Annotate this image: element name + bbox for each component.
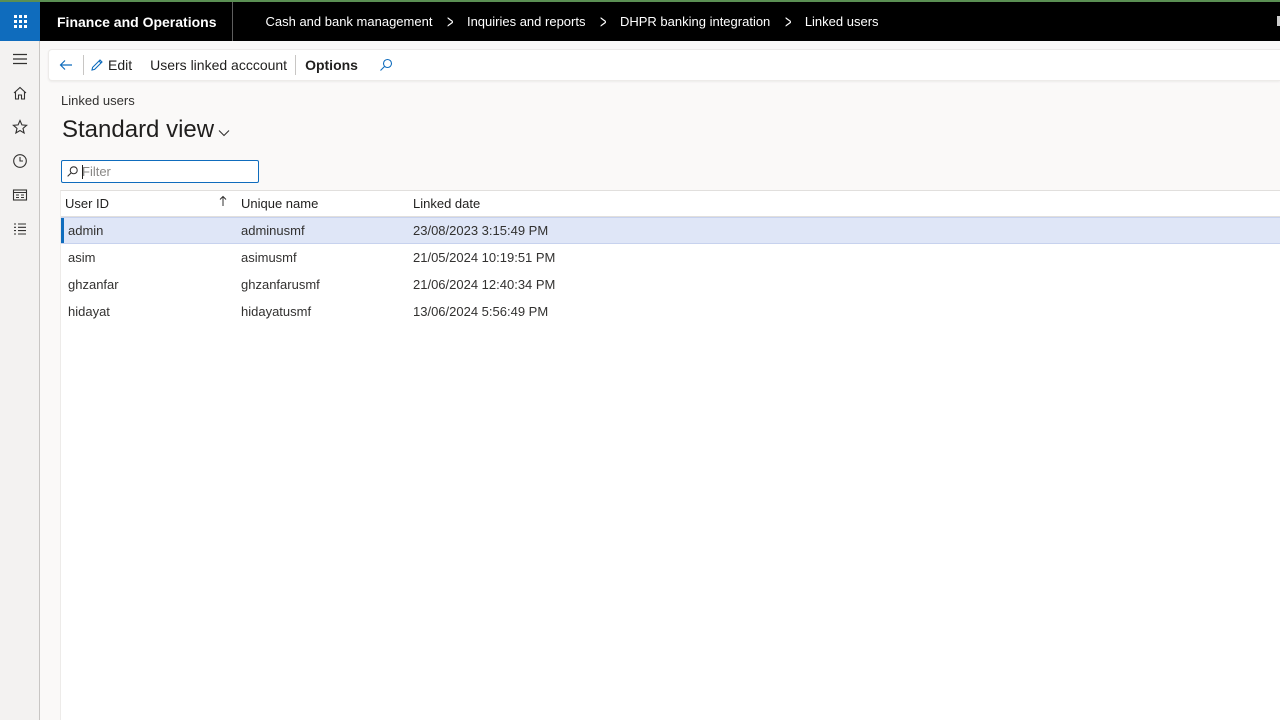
breadcrumb-item[interactable]: Linked users [805,14,879,29]
linked-users-grid: User ID Unique name Linked date admin ad… [60,190,1280,720]
cell-unique-name[interactable]: adminusmf [237,223,413,238]
column-header-user-id[interactable]: User ID [61,191,237,217]
chevron-down-icon [218,130,230,137]
pencil-icon [91,59,103,71]
chevron-right-icon: > [785,11,792,32]
table-row[interactable]: hidayat hidayatusmf 13/06/2024 5:56:49 P… [61,298,1280,325]
users-linked-account-button[interactable]: Users linked acccount [140,50,295,80]
app-launcher-button[interactable] [0,2,40,41]
clock-icon[interactable] [0,144,40,178]
options-tab[interactable]: Options [296,50,366,80]
edit-label: Edit [108,57,133,73]
table-row[interactable]: ghzanfar ghzanfarusmf 21/06/2024 12:40:3… [61,271,1280,298]
hamburger-icon[interactable] [0,42,40,76]
filter-box [61,160,259,183]
cell-unique-name[interactable]: asimusmf [237,250,413,265]
star-icon[interactable] [0,110,40,144]
search-button[interactable] [366,50,405,80]
cell-user-id[interactable]: asim [61,250,237,265]
table-row[interactable]: asim asimusmf 21/05/2024 10:19:51 PM [61,244,1280,271]
cell-linked-date[interactable]: 21/06/2024 12:40:34 PM [413,277,713,292]
list-icon[interactable] [0,212,40,246]
filter-input[interactable] [82,164,252,179]
action-pane: Edit Users linked acccount Options [48,49,1280,81]
breadcrumb: Cash and bank management > Inquiries and… [233,13,878,31]
text-cursor [82,165,83,179]
breadcrumb-item[interactable]: Cash and bank management [265,14,432,29]
cell-user-id[interactable]: ghzanfar [61,277,237,292]
arrow-left-icon [59,60,72,70]
chevron-right-icon: > [600,11,607,32]
home-icon[interactable] [0,76,40,110]
breadcrumb-item[interactable]: DHPR banking integration [620,14,770,29]
column-header-unique-name[interactable]: Unique name [237,191,413,217]
cell-user-id[interactable]: admin [61,223,237,238]
search-icon [67,166,78,177]
cell-linked-date[interactable]: 23/08/2023 3:15:49 PM [413,223,713,238]
sort-ascending-icon [219,195,227,206]
page-caption: Linked users [61,93,135,108]
workspace-icon[interactable] [0,178,40,212]
cell-linked-date[interactable]: 21/05/2024 10:19:51 PM [413,250,713,265]
back-button[interactable] [49,50,83,80]
chevron-right-icon: > [447,11,454,32]
left-navigation [0,41,40,720]
page-title: Standard view [62,116,215,143]
cell-user-id[interactable]: hidayat [61,304,237,319]
view-selector[interactable]: Standard view [62,116,230,144]
breadcrumb-item[interactable]: Inquiries and reports [467,14,586,29]
app-title[interactable]: Finance and Operations [40,2,234,41]
cell-unique-name[interactable]: ghzanfarusmf [237,277,413,292]
column-header-linked-date[interactable]: Linked date [413,191,713,217]
grid-header: User ID Unique name Linked date [61,191,1280,217]
edit-button[interactable]: Edit [84,50,140,80]
waffle-icon [13,15,27,28]
table-row[interactable]: admin adminusmf 23/08/2023 3:15:49 PM [61,217,1280,244]
cell-unique-name[interactable]: hidayatusmf [237,304,413,319]
top-bar: Finance and Operations Cash and bank man… [0,0,1280,41]
cell-linked-date[interactable]: 13/06/2024 5:56:49 PM [413,304,713,319]
search-icon [380,58,393,71]
